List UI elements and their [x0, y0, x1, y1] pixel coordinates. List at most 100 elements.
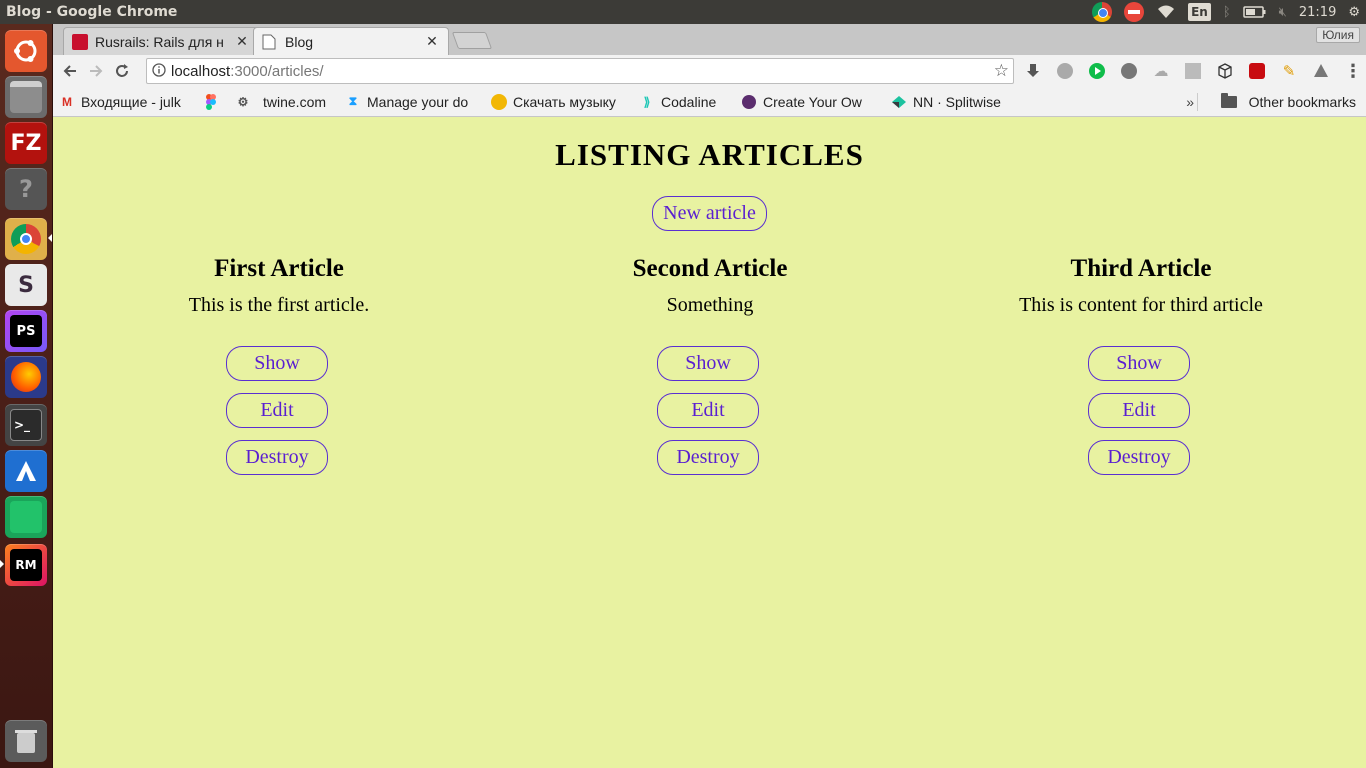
bookmarks-overflow-button[interactable]: »	[1186, 94, 1194, 110]
edit-button[interactable]: Edit	[226, 393, 328, 428]
bookmark-star-icon[interactable]: ☆	[994, 61, 1009, 81]
terminal-icon[interactable]: >_	[5, 404, 47, 446]
firefox-icon[interactable]	[5, 356, 47, 398]
ubuntu-dash-icon[interactable]	[5, 30, 47, 72]
browser-chrome: Rusrails: Rails для н ✕ Blog ✕ Юлия loca…	[53, 24, 1366, 117]
document-favicon-icon	[262, 34, 278, 50]
tab-blog[interactable]: Blog ✕	[253, 27, 449, 55]
article-title: First Article	[214, 255, 344, 282]
page-content: LISTING ARTICLES New article First Artic…	[53, 117, 1366, 768]
show-button[interactable]: Show	[657, 346, 759, 381]
launcher: FZ ? S PS >_ RM	[0, 24, 53, 768]
article-card: Second Article Something Show Edit Destr…	[490, 252, 930, 475]
rss-extension-icon[interactable]	[1181, 59, 1205, 83]
extensions-row: ☁ ✎ ⋮	[1021, 59, 1365, 83]
profile-button[interactable]: Юлия	[1316, 27, 1360, 43]
edit-button[interactable]: Edit	[1088, 393, 1190, 428]
music-icon	[491, 93, 507, 110]
figma-icon	[203, 93, 219, 110]
article-card: First Article This is the first article.…	[59, 252, 499, 475]
app-green-icon[interactable]	[5, 496, 47, 538]
address-bar[interactable]: localhost:3000/articles/ ☆	[146, 58, 1014, 84]
bookmark-manage[interactable]: ⧗ Manage your do	[339, 88, 485, 116]
page-title: LISTING ARTICLES	[555, 137, 864, 172]
url-path: :3000/articles/	[230, 62, 324, 80]
gmail-icon: M	[62, 94, 72, 109]
keyboard-layout-indicator[interactable]: En	[1188, 3, 1211, 21]
article-title: Second Article	[632, 255, 788, 282]
show-button[interactable]: Show	[226, 346, 328, 381]
bookmark-music[interactable]: Скачать музыку	[485, 88, 633, 116]
new-tab-button[interactable]	[451, 32, 493, 49]
twine-icon: ⚙︎	[237, 94, 249, 109]
codaline-icon: ⟫	[643, 94, 651, 109]
folder-icon	[1220, 93, 1237, 108]
tab-rusrails[interactable]: Rusrails: Rails для н ✕	[63, 27, 259, 55]
bookmarks-bar: M Входящие - julk ⚙︎ twine.com ⧗ Manage …	[53, 87, 1366, 117]
battery-icon[interactable]	[1237, 0, 1273, 24]
close-tab-icon[interactable]: ✕	[424, 33, 440, 50]
pencil-extension-icon[interactable]: ✎	[1277, 59, 1301, 83]
download-icon[interactable]	[1021, 59, 1045, 83]
trash-icon[interactable]	[5, 720, 47, 762]
create-icon	[741, 94, 757, 110]
bookmark-create[interactable]: Create Your Ow	[735, 88, 885, 116]
settings-gear-icon[interactable]: ⚙	[1342, 0, 1366, 24]
destroy-button[interactable]: Destroy	[226, 440, 328, 475]
edit-button[interactable]: Edit	[657, 393, 759, 428]
phpstorm-icon[interactable]: PS	[5, 310, 47, 352]
help-icon[interactable]: ?	[5, 168, 47, 210]
other-bookmarks[interactable]: Other bookmarks	[1220, 87, 1356, 117]
volume-muted-icon[interactable]: 🔇︎	[1273, 0, 1293, 24]
wifi-icon[interactable]	[1150, 0, 1182, 24]
play-extension-icon[interactable]	[1085, 59, 1109, 83]
files-icon[interactable]	[5, 76, 47, 118]
bookmark-gmail[interactable]: M Входящие - julk	[53, 88, 197, 116]
bricscad-icon[interactable]	[5, 450, 47, 492]
chat-extension-icon[interactable]	[1117, 59, 1141, 83]
drive-extension-icon[interactable]	[1309, 59, 1333, 83]
tab-strip: Rusrails: Rails для н ✕ Blog ✕ Юлия	[53, 24, 1366, 55]
back-button[interactable]	[57, 58, 83, 84]
article-text: Something	[666, 294, 754, 316]
destroy-button[interactable]: Destroy	[657, 440, 759, 475]
active-indicator	[48, 234, 52, 242]
url-host: localhost	[171, 62, 231, 80]
chrome-menu-icon[interactable]: ⋮	[1341, 59, 1365, 83]
bluetooth-icon[interactable]: ᛒ	[1217, 0, 1237, 24]
article-card: Third Article This is content for third …	[921, 252, 1361, 475]
rusrails-favicon-icon	[72, 33, 88, 50]
bookmark-codaline[interactable]: ⟫ Codaline	[633, 88, 735, 116]
manage-icon: ⧗	[348, 94, 358, 108]
bookmark-splitwise[interactable]: NN · Splitwise	[885, 88, 1017, 116]
slack-icon[interactable]: S	[5, 264, 47, 306]
filezilla-icon[interactable]: FZ	[5, 122, 47, 164]
running-indicator	[0, 560, 4, 568]
rubymine-icon[interactable]: RM	[5, 544, 47, 586]
chrome-launcher-icon[interactable]	[5, 218, 47, 260]
lastpass-extension-icon[interactable]	[1245, 59, 1269, 83]
close-tab-icon[interactable]: ✕	[234, 33, 250, 50]
reload-button[interactable]	[109, 58, 135, 84]
show-button[interactable]: Show	[1088, 346, 1190, 381]
cube-extension-icon[interactable]	[1213, 59, 1237, 83]
globe-extension-icon[interactable]	[1053, 59, 1077, 83]
blocker-tray-icon[interactable]	[1124, 2, 1145, 22]
destroy-button[interactable]: Destroy	[1088, 440, 1190, 475]
clock[interactable]: 21:19	[1293, 0, 1342, 24]
splitwise-icon	[891, 94, 907, 110]
forward-button[interactable]	[83, 58, 109, 84]
article-text: This is the first article.	[188, 294, 370, 316]
chrome-tray-icon[interactable]	[1092, 2, 1113, 22]
new-article-button[interactable]: New article	[652, 196, 767, 231]
article-text: This is content for third article	[1019, 294, 1263, 316]
cloud-extension-icon[interactable]: ☁	[1149, 59, 1173, 83]
system-tray: En ᛒ 🔇︎ 21:19 ⚙	[1086, 0, 1366, 24]
bookmark-figma[interactable]	[197, 88, 223, 116]
toolbar: localhost:3000/articles/ ☆ ☁ ✎ ⋮	[53, 55, 1366, 87]
top-panel: Blog - Google Chrome En ᛒ 🔇︎ 21:19 ⚙	[0, 0, 1366, 24]
window-title: Blog - Google Chrome	[6, 4, 178, 20]
bookmark-twine[interactable]: ⚙︎ twine.com	[223, 88, 339, 116]
article-title: Third Article	[1070, 255, 1212, 282]
site-info-icon[interactable]	[147, 62, 171, 80]
